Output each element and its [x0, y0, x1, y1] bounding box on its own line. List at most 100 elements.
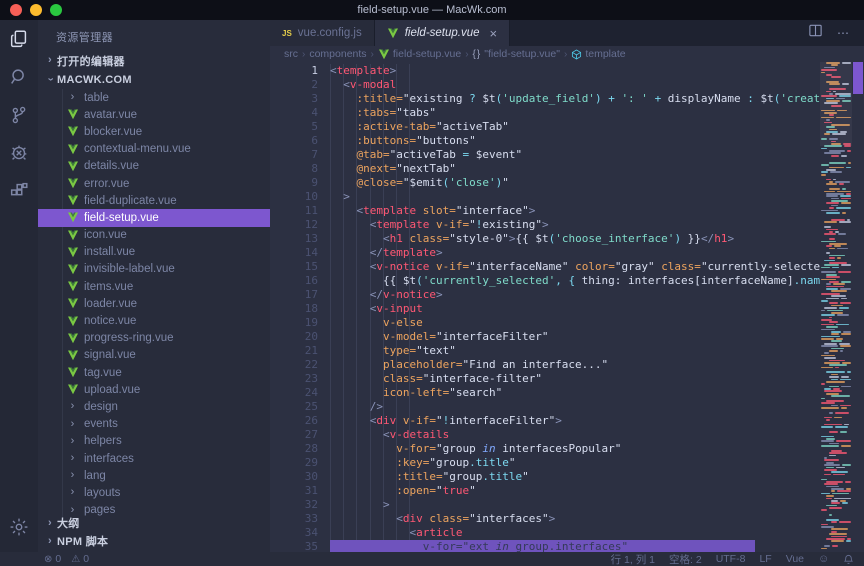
- code-line-11[interactable]: <template slot="interface">: [330, 204, 820, 218]
- workspace-root-section[interactable]: › MACWK.COM: [38, 70, 270, 89]
- status-indentation[interactable]: 空格: 2: [669, 552, 702, 566]
- problems-errors[interactable]: ⊗ 0: [44, 553, 61, 565]
- code-line-3[interactable]: :title="existing ? $t('update_field') + …: [330, 92, 820, 106]
- extensions-icon[interactable]: [0, 172, 38, 210]
- tree-item-invisible-label-vue[interactable]: invisible-label.vue: [38, 261, 270, 278]
- code-line-17[interactable]: </v-notice>: [330, 288, 820, 302]
- code-line-31[interactable]: :open="true": [330, 484, 820, 498]
- more-actions-icon[interactable]: ⋯: [837, 26, 850, 40]
- open-editors-section[interactable]: › 打开的编辑器: [38, 51, 270, 70]
- code-line-5[interactable]: :active-tab="activeTab": [330, 120, 820, 134]
- sidebar-section-大纲[interactable]: ›大纲: [38, 514, 270, 532]
- zoom-window-button[interactable]: [50, 4, 62, 16]
- tree-item-upload-vue[interactable]: upload.vue: [38, 381, 270, 398]
- problems-warnings[interactable]: ⚠ 0: [71, 553, 89, 565]
- code-line-22[interactable]: placeholder="Find an interface...": [330, 358, 820, 372]
- source-control-icon[interactable]: [0, 96, 38, 134]
- code-line-20[interactable]: v-model="interfaceFilter": [330, 330, 820, 344]
- tree-item-notice-vue[interactable]: notice.vue: [38, 312, 270, 329]
- tree-item-error-vue[interactable]: error.vue: [38, 175, 270, 192]
- minimap-line: [833, 283, 846, 285]
- status-language-mode[interactable]: Vue: [786, 553, 804, 565]
- code-line-35[interactable]: v-for="ext in group.interfaces": [330, 540, 820, 552]
- debug-icon[interactable]: [0, 134, 38, 172]
- code-line-12[interactable]: <template v-if="!existing">: [330, 218, 820, 232]
- tree-item-details-vue[interactable]: details.vue: [38, 158, 270, 175]
- settings-gear-icon[interactable]: [0, 508, 38, 546]
- breadcrumb-item-1[interactable]: src: [284, 48, 298, 60]
- tree-item-field-duplicate-vue[interactable]: field-duplicate.vue: [38, 192, 270, 209]
- tree-item-lang[interactable]: ›lang: [38, 467, 270, 484]
- code-editor[interactable]: 1234567891011121314151617181920212223242…: [270, 62, 864, 552]
- code-line-1[interactable]: <template>: [330, 64, 820, 78]
- status-eol[interactable]: LF: [759, 553, 771, 565]
- tree-item-contextual-menu-vue[interactable]: contextual-menu.vue: [38, 141, 270, 158]
- code-line-7[interactable]: @tab="activeTab = $event": [330, 148, 820, 162]
- code-line-33[interactable]: <div class="interfaces">: [330, 512, 820, 526]
- code-line-24[interactable]: icon-left="search": [330, 386, 820, 400]
- tree-item-events[interactable]: ›events: [38, 416, 270, 433]
- minimize-window-button[interactable]: [30, 4, 42, 16]
- tab-vue-config-js[interactable]: JSvue.config.js: [270, 20, 375, 46]
- code-line-19[interactable]: v-else: [330, 316, 820, 330]
- tree-item-interfaces[interactable]: ›interfaces: [38, 450, 270, 467]
- code-line-30[interactable]: :title="group.title": [330, 470, 820, 484]
- status-encoding[interactable]: UTF-8: [716, 553, 746, 565]
- tree-item-install-vue[interactable]: install.vue: [38, 244, 270, 261]
- minimap-line: [821, 407, 839, 409]
- tree-item-signal-vue[interactable]: signal.vue: [38, 347, 270, 364]
- code-line-13[interactable]: <h1 class="style-0">{{ $t('choose_interf…: [330, 232, 820, 246]
- tree-item-design[interactable]: ›design: [38, 398, 270, 415]
- error-icon: ⊗: [44, 554, 52, 565]
- code-line-15[interactable]: <v-notice v-if="interfaceName" color="gr…: [330, 260, 820, 274]
- code-line-29[interactable]: :key="group.title": [330, 456, 820, 470]
- code-line-32[interactable]: >: [330, 498, 820, 512]
- close-window-button[interactable]: [10, 4, 22, 16]
- breadcrumb-item-2[interactable]: components: [309, 48, 366, 60]
- code-line-14[interactable]: </template>: [330, 246, 820, 260]
- status-cursor-position[interactable]: 行 1, 列 1: [611, 552, 655, 566]
- minimap[interactable]: [820, 62, 852, 552]
- code-line-2[interactable]: <v-modal: [330, 78, 820, 92]
- code-line-34[interactable]: <article: [330, 526, 820, 540]
- code-line-27[interactable]: <v-details: [330, 428, 820, 442]
- code-line-18[interactable]: <v-input: [330, 302, 820, 316]
- feedback-smiley-icon[interactable]: ☺: [818, 554, 829, 565]
- code-line-16[interactable]: {{ $t('currently_selected', { thing: int…: [330, 274, 820, 288]
- tree-item-field-setup-vue[interactable]: field-setup.vue: [38, 209, 270, 226]
- search-icon[interactable]: [0, 58, 38, 96]
- minimap-line: [847, 150, 851, 152]
- close-tab-icon[interactable]: ×: [490, 27, 498, 40]
- sidebar-section-NPM 脚本[interactable]: ›NPM 脚本: [38, 532, 270, 550]
- tree-item-table[interactable]: ›table: [38, 89, 270, 106]
- minimap-line: [824, 390, 842, 392]
- tree-item-avatar-vue[interactable]: avatar.vue: [38, 106, 270, 123]
- code-line-6[interactable]: :buttons="buttons": [330, 134, 820, 148]
- tree-item-loader-vue[interactable]: loader.vue: [38, 295, 270, 312]
- scrollbar-thumb[interactable]: [853, 62, 863, 94]
- breadcrumb-item-4[interactable]: {}"field-setup.vue": [473, 48, 560, 60]
- code-line-4[interactable]: :tabs="tabs": [330, 106, 820, 120]
- code-line-25[interactable]: />: [330, 400, 820, 414]
- code-line-26[interactable]: <div v-if="!interfaceFilter">: [330, 414, 820, 428]
- breadcrumb-item-5[interactable]: template: [571, 48, 625, 60]
- tree-item-tag-vue[interactable]: tag.vue: [38, 364, 270, 381]
- explorer-icon[interactable]: [0, 20, 38, 58]
- split-editor-icon[interactable]: [808, 23, 823, 43]
- tree-item-progress-ring-vue[interactable]: progress-ring.vue: [38, 330, 270, 347]
- breadcrumb-item-3[interactable]: field-setup.vue: [378, 48, 461, 60]
- notifications-bell-icon[interactable]: [843, 554, 854, 565]
- code-line-23[interactable]: class="interface-filter": [330, 372, 820, 386]
- tree-item-layouts[interactable]: ›layouts: [38, 484, 270, 501]
- tree-item-helpers[interactable]: ›helpers: [38, 433, 270, 450]
- minimap-slider[interactable]: [820, 62, 852, 146]
- code-line-28[interactable]: v-for="group in interfacesPopular": [330, 442, 820, 456]
- code-line-8[interactable]: @next="nextTab": [330, 162, 820, 176]
- tree-item-blocker-vue[interactable]: blocker.vue: [38, 123, 270, 140]
- code-line-21[interactable]: type="text": [330, 344, 820, 358]
- tab-field-setup-vue[interactable]: field-setup.vue×: [375, 20, 510, 46]
- code-line-9[interactable]: @close="$emit('close')": [330, 176, 820, 190]
- tree-item-items-vue[interactable]: items.vue: [38, 278, 270, 295]
- code-line-10[interactable]: >: [330, 190, 820, 204]
- tree-item-icon-vue[interactable]: icon.vue: [38, 227, 270, 244]
